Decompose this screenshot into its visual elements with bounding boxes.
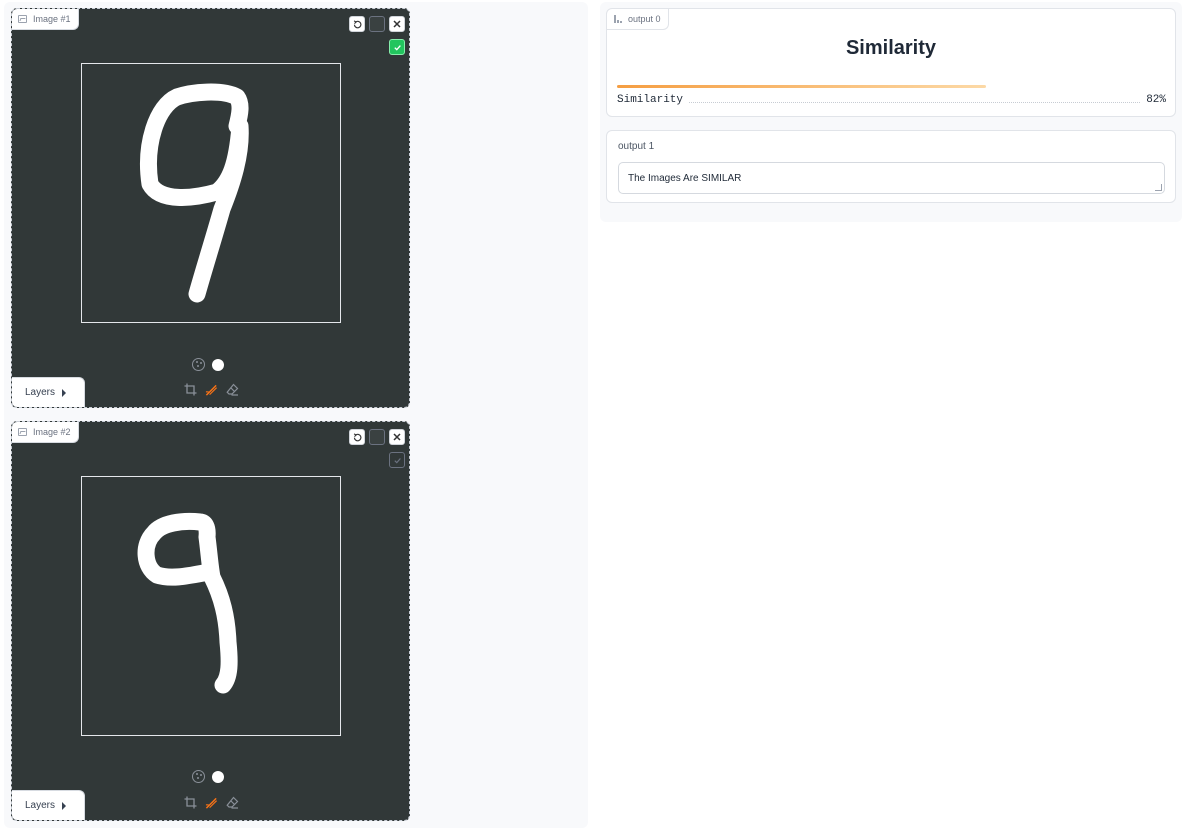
layers-label: Layers (25, 387, 56, 398)
resize-handle-icon[interactable] (1155, 184, 1162, 191)
sketchpad-image-1[interactable]: Image #1 Layers (11, 8, 410, 408)
undo-icon (353, 19, 361, 28)
crop-icon[interactable] (184, 383, 197, 396)
confidence-bar-fill (617, 85, 986, 88)
brush-color-swatch[interactable] (212, 770, 224, 783)
check-icon (393, 44, 401, 51)
caret-right-icon (62, 388, 67, 397)
color-row (192, 770, 224, 783)
brush-color-swatch[interactable] (212, 358, 224, 371)
image-icon (18, 15, 27, 23)
drawn-digit-stroke (137, 512, 238, 694)
confidence-row-label: Similarity (617, 94, 684, 106)
crop-icon[interactable] (184, 796, 197, 809)
close-icon (393, 20, 401, 28)
predicted-label-title: Similarity (845, 37, 937, 59)
layers-toggle[interactable]: Layers (12, 790, 85, 820)
output-0-label: output 0 (607, 9, 669, 30)
tool-row (184, 383, 239, 396)
close-button[interactable] (389, 429, 405, 445)
output-1-label: output 1 (618, 141, 655, 152)
brush-icon[interactable] (205, 796, 218, 809)
label-output-card: output 0 Similarity Similarity 82% (606, 8, 1176, 117)
clear-button[interactable] (369, 16, 385, 32)
close-icon (393, 433, 401, 441)
close-button[interactable] (389, 16, 405, 32)
sketchpad-label-text: Image #1 (33, 14, 71, 24)
undo-button[interactable] (349, 429, 365, 445)
drawn-digit-stroke (140, 83, 249, 303)
sketchpad-label: Image #2 (12, 422, 79, 443)
color-row (192, 358, 224, 371)
output-1-textbox[interactable]: The Images Are SIMILAR (618, 162, 1165, 194)
eraser-icon[interactable] (226, 383, 239, 396)
drawing-canvas[interactable] (81, 476, 341, 736)
layers-toggle[interactable]: Layers (12, 377, 85, 407)
drawing-canvas[interactable] (81, 63, 341, 323)
caret-right-icon (62, 801, 67, 810)
confidence-row-value: 82% (1146, 94, 1166, 106)
confirm-check-button[interactable] (389, 452, 405, 468)
brush-icon[interactable] (205, 383, 218, 396)
confidence-bar-track (617, 85, 1067, 88)
palette-icon[interactable] (192, 358, 205, 371)
check-icon (393, 457, 401, 464)
sketchpad-label-text: Image #2 (33, 427, 71, 437)
undo-icon (353, 432, 361, 441)
confidence-row[interactable]: Similarity 82% (617, 94, 1166, 106)
confirm-check-button[interactable] (389, 39, 405, 55)
palette-icon[interactable] (192, 770, 205, 783)
tool-row (184, 796, 239, 809)
label-chart-icon (614, 15, 622, 23)
undo-button[interactable] (349, 16, 365, 32)
sketchpad-label: Image #1 (12, 9, 79, 30)
textbox-output-card: output 1 The Images Are SIMILAR (606, 130, 1176, 203)
output-1-value: The Images Are SIMILAR (628, 172, 742, 184)
output-0-label-text: output 0 (628, 14, 661, 24)
clear-button[interactable] (369, 429, 385, 445)
image-icon (18, 428, 27, 436)
layers-label: Layers (25, 800, 56, 811)
confidence-row-leader (689, 102, 1141, 103)
sketchpad-image-2[interactable]: Image #2 Layers (11, 421, 410, 821)
eraser-icon[interactable] (226, 796, 239, 809)
